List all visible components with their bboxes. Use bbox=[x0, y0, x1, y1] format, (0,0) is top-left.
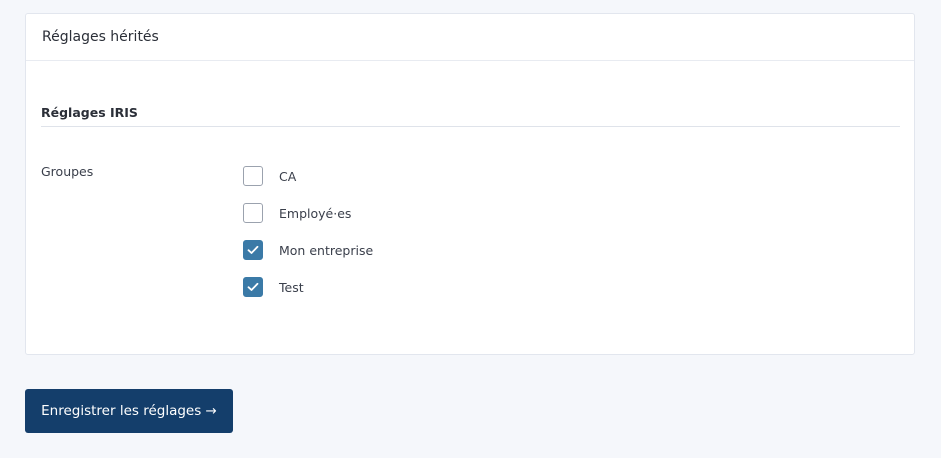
group-option-ca[interactable]: CA bbox=[243, 165, 373, 187]
group-checkbox-test[interactable] bbox=[243, 277, 263, 297]
group-checkbox-ca[interactable] bbox=[243, 166, 263, 186]
groups-label: Groupes bbox=[41, 164, 94, 179]
group-label-test: Test bbox=[279, 279, 304, 295]
card-header: Réglages hérités bbox=[26, 14, 914, 61]
check-icon bbox=[247, 245, 259, 254]
check-icon bbox=[247, 282, 259, 291]
group-label-ca: CA bbox=[279, 168, 297, 184]
group-option-employees[interactable]: Employé·es bbox=[243, 202, 373, 224]
group-checkbox-employees[interactable] bbox=[243, 203, 263, 223]
save-settings-button[interactable]: Enregistrer les réglages → bbox=[25, 389, 233, 433]
inherited-settings-card: Réglages hérités Réglages IRIS Groupes C… bbox=[25, 13, 915, 355]
group-label-employees: Employé·es bbox=[279, 205, 352, 221]
card-title: Réglages hérités bbox=[42, 29, 159, 45]
section-title: Réglages IRIS bbox=[41, 105, 138, 120]
section-divider bbox=[41, 126, 900, 127]
group-checkbox-my-company[interactable] bbox=[243, 240, 263, 260]
group-label-my-company: Mon entreprise bbox=[279, 242, 374, 258]
group-option-my-company[interactable]: Mon entreprise bbox=[243, 239, 373, 261]
groups-checkbox-list: CA Employé·es Mon entreprise Test bbox=[243, 165, 373, 313]
group-option-test[interactable]: Test bbox=[243, 276, 373, 298]
